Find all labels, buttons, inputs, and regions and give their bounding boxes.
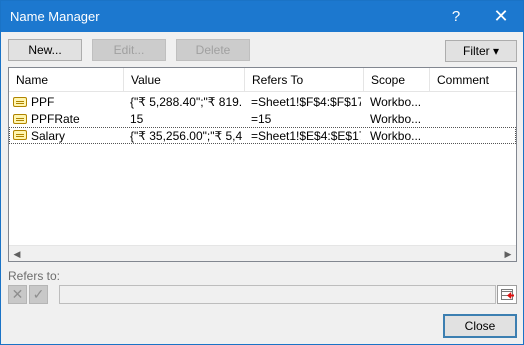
cell-refers-to: =Sheet1!$F$4:$F$17 <box>251 95 361 109</box>
named-range-icon <box>13 114 27 124</box>
column-header-refers-to[interactable]: Refers To <box>245 68 364 92</box>
edit-button[interactable]: Edit... <box>92 39 166 61</box>
help-button[interactable]: ? <box>437 1 475 32</box>
confirm-edit-icon[interactable]: ✓ <box>29 285 48 304</box>
column-header-value[interactable]: Value <box>124 68 245 92</box>
new-button[interactable]: New... <box>8 39 82 61</box>
collapse-dialog-button[interactable] <box>497 285 517 304</box>
column-header-name[interactable]: Name <box>9 68 124 92</box>
table-row[interactable]: PPFRate 15 =15 Workbo... <box>9 111 516 128</box>
cell-name: PPF <box>31 95 55 109</box>
cell-value: {"₹ 5,288.40";"₹ 819.... <box>130 95 242 109</box>
delete-button[interactable]: Delete <box>176 39 250 61</box>
names-list[interactable]: Name Value Refers To Scope Comment PPF {… <box>8 67 517 262</box>
refers-to-input[interactable] <box>59 285 496 304</box>
horizontal-scrollbar[interactable]: ◀ ▶ <box>9 245 516 261</box>
table-row-selected[interactable]: Salary {"₹ 35,256.00";"₹ 5,4... =Sheet1!… <box>9 127 516 144</box>
cell-refers-to: =Sheet1!$E$4:$E$17 <box>251 129 361 143</box>
cell-refers-to: =15 <box>251 112 272 126</box>
list-header: Name Value Refers To Scope Comment <box>9 68 516 92</box>
cell-scope: Workbo... <box>370 112 422 126</box>
scroll-left-icon[interactable]: ◀ <box>9 246 25 261</box>
cell-value: 15 <box>130 112 144 126</box>
cell-name: PPFRate <box>31 112 80 126</box>
refers-to-label: Refers to: <box>8 269 61 283</box>
table-row[interactable]: PPF {"₹ 5,288.40";"₹ 819.... =Sheet1!$F$… <box>9 94 516 111</box>
cell-scope: Workbo... <box>370 95 422 109</box>
filter-button[interactable]: Filter ▾ <box>445 40 517 62</box>
name-manager-dialog: Name Manager ? ✕ New... Edit... Delete F… <box>0 0 524 345</box>
close-window-button[interactable]: ✕ <box>482 1 520 32</box>
title-bar: Name Manager ? ✕ <box>1 1 523 32</box>
column-header-comment[interactable]: Comment <box>430 68 516 92</box>
column-header-scope[interactable]: Scope <box>364 68 430 92</box>
cell-name: Salary <box>31 129 66 143</box>
scroll-right-icon[interactable]: ▶ <box>500 246 516 261</box>
close-button[interactable]: Close <box>443 314 517 338</box>
cancel-edit-icon[interactable]: ✕ <box>8 285 27 304</box>
dialog-title: Name Manager <box>10 9 100 24</box>
cell-value: {"₹ 35,256.00";"₹ 5,4... <box>130 129 242 143</box>
named-range-icon <box>13 130 27 140</box>
cell-scope: Workbo... <box>370 129 422 143</box>
named-range-icon <box>13 97 27 107</box>
